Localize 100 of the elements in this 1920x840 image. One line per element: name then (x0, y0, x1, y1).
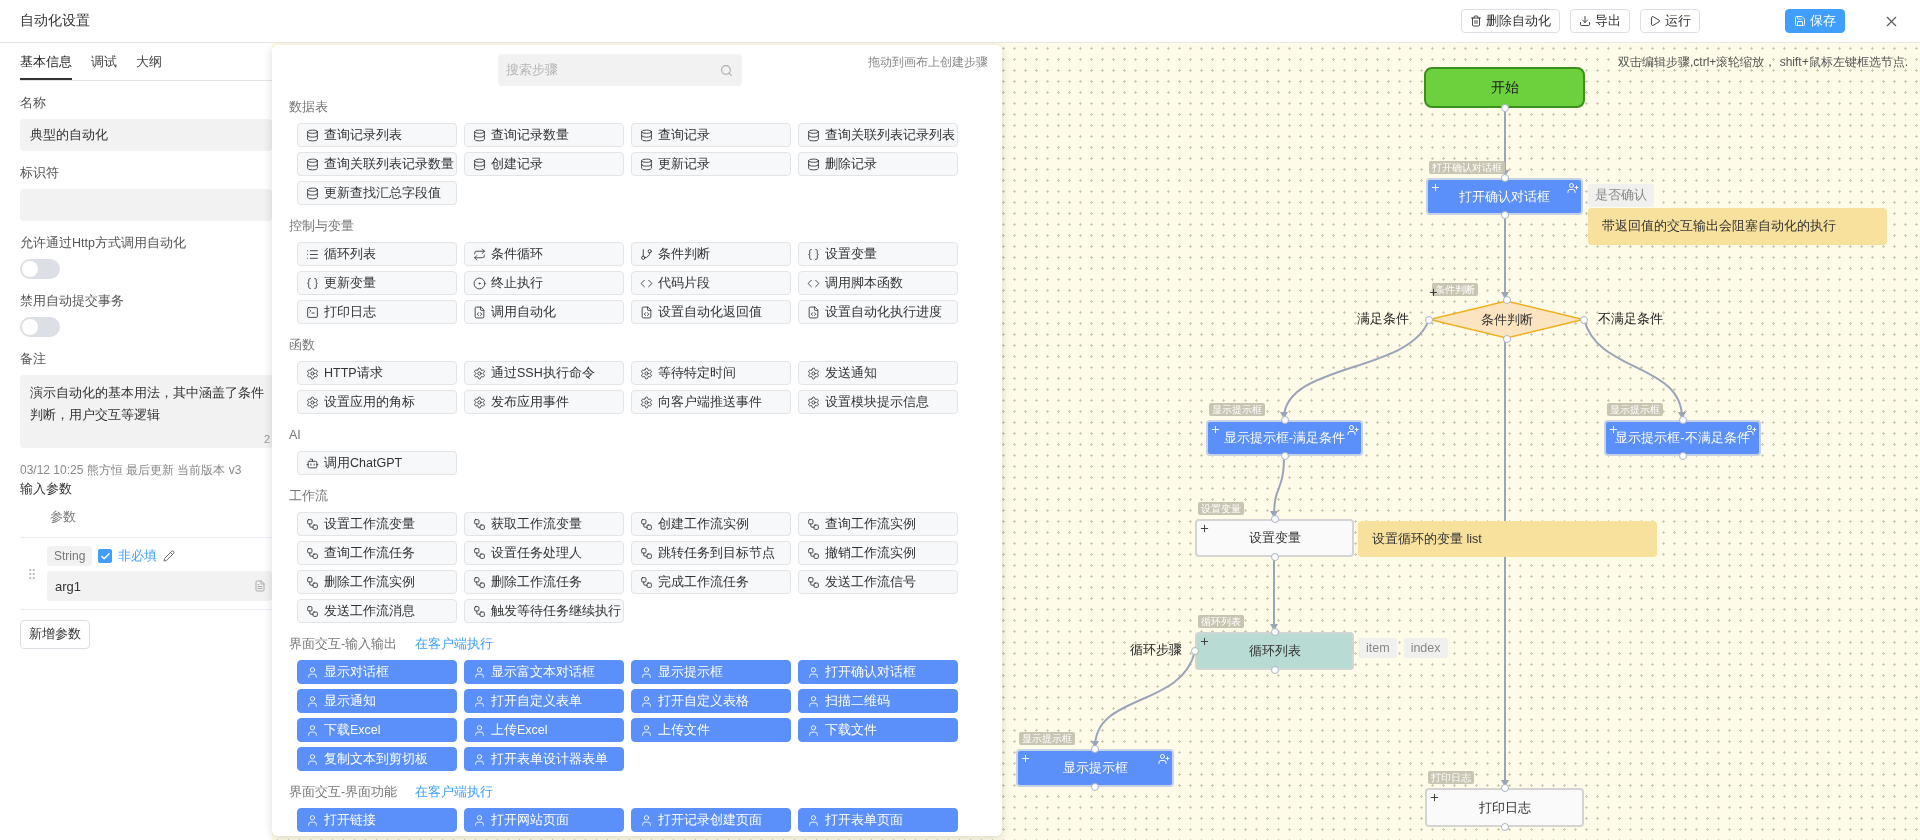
step-item[interactable]: 更新查找汇总字段值 (297, 181, 457, 205)
connection-port[interactable] (1270, 666, 1279, 674)
notes-field[interactable]: 演示自动化的基本用法，其中涵盖了条件判断，用户交互等逻辑 2 (20, 375, 272, 448)
step-item[interactable]: 发送工作流消息 (297, 599, 457, 623)
connection-port[interactable] (1678, 416, 1687, 424)
connection-port[interactable] (1270, 553, 1279, 561)
step-badge: 条件判断 (1432, 283, 1478, 296)
step-item[interactable]: 完成工作流任务 (631, 570, 791, 594)
step-item[interactable]: 创建工作流实例 (631, 512, 791, 536)
step-item[interactable]: 调用ChatGPT (297, 451, 457, 475)
tab[interactable]: 调试 (91, 43, 117, 80)
step-node[interactable]: 打印日志 (1425, 788, 1584, 827)
step-item[interactable]: 调用脚本函数 (798, 271, 958, 295)
step-item[interactable]: 通过SSH执行命令 (464, 361, 624, 385)
step-item[interactable]: 更新记录 (631, 152, 791, 176)
step-item[interactable]: 跳转任务到目标节点 (631, 541, 791, 565)
workflow-icon (306, 604, 319, 618)
connection-port[interactable] (1191, 647, 1199, 655)
connection-port[interactable] (1091, 745, 1099, 753)
step-item[interactable]: 发布应用事件 (464, 390, 624, 414)
checkbox[interactable] (98, 549, 113, 563)
toggle-switch[interactable] (20, 317, 60, 337)
step-item[interactable]: 等待特定时间 (631, 361, 791, 385)
database-icon (640, 157, 653, 171)
step-item[interactable]: 设置工作流变量 (297, 512, 457, 536)
robot-icon (306, 456, 319, 470)
user-plus-icon (1158, 753, 1170, 765)
step-item[interactable]: 循环列表 (297, 242, 457, 266)
database-icon (473, 157, 486, 171)
tab[interactable]: 基本信息 (20, 43, 72, 80)
step-node[interactable]: 设置变量 (1195, 519, 1354, 557)
connection-port[interactable] (1270, 515, 1279, 523)
text-field[interactable]: 典型的自动化 (20, 119, 272, 151)
step-item[interactable]: 向客户端推送事件 (631, 390, 791, 414)
step-item[interactable]: 删除工作流任务 (464, 570, 624, 594)
name-field[interactable]: arg1 (47, 571, 272, 601)
connection-port[interactable] (1500, 823, 1509, 831)
search-field[interactable]: 搜索步骤 (498, 54, 742, 86)
step-item[interactable]: 查询工作流实例 (798, 512, 958, 536)
step-item[interactable]: 调用自动化 (464, 300, 624, 324)
database-icon (306, 186, 319, 200)
connection-port[interactable] (1270, 628, 1279, 636)
toolbar-button[interactable]: 删除自动化 (1461, 9, 1560, 33)
toggle-switch[interactable] (20, 259, 60, 279)
step-item[interactable]: HTTP请求 (297, 361, 457, 385)
connection-port[interactable] (1280, 452, 1289, 460)
plus-icon[interactable] (1429, 792, 1440, 803)
type-tag: String (47, 546, 93, 566)
step-item[interactable]: 条件判断 (631, 242, 791, 266)
connection-port[interactable] (1580, 315, 1588, 324)
step-item[interactable]: 设置任务处理人 (464, 541, 624, 565)
step-item[interactable]: 查询记录 (631, 123, 791, 147)
step-item[interactable]: 设置自动化返回值 (631, 300, 791, 324)
text-field[interactable] (20, 189, 272, 221)
step-item[interactable]: 查询关联列表记录列表 (798, 123, 958, 147)
step-item[interactable]: 触发等待任务继续执行 (464, 599, 624, 623)
step-item[interactable]: 创建记录 (464, 152, 624, 176)
step-item[interactable]: 设置变量 (798, 242, 958, 266)
connection-port[interactable] (1280, 416, 1289, 424)
connection-port[interactable] (1500, 784, 1509, 792)
plus-icon[interactable] (1199, 523, 1210, 534)
user-icon (306, 752, 319, 766)
toolbar-button[interactable]: 运行 (1640, 9, 1700, 33)
step-item[interactable]: 设置应用的角标 (297, 390, 457, 414)
step-item[interactable]: 查询工作流任务 (297, 541, 457, 565)
step-item[interactable]: 获取工作流变量 (464, 512, 624, 536)
connection-port[interactable] (1502, 335, 1511, 343)
step-item[interactable]: 更新变量 (297, 271, 457, 295)
step-item[interactable]: 设置自动化执行进度 (798, 300, 958, 324)
step-item[interactable]: 删除记录 (798, 152, 958, 176)
step-item[interactable]: 代码片段 (631, 271, 791, 295)
database-icon (473, 128, 486, 142)
step-item[interactable]: 条件循环 (464, 242, 624, 266)
step-item[interactable]: 终止执行 (464, 271, 624, 295)
gear-icon (807, 366, 820, 380)
step-item[interactable]: 发送工作流信号 (798, 570, 958, 594)
tab[interactable]: 大纲 (136, 43, 162, 80)
edit-icon[interactable] (163, 550, 176, 562)
step-item[interactable]: 查询记录列表 (297, 123, 457, 147)
start-node[interactable]: 开始 (1424, 67, 1585, 108)
step-item[interactable]: 删除工作流实例 (297, 570, 457, 594)
connection-port[interactable] (1500, 104, 1509, 112)
connection-port[interactable] (1091, 783, 1099, 791)
connection-port[interactable] (1678, 452, 1687, 460)
step-item[interactable]: 发送通知 (798, 361, 958, 385)
step-item[interactable]: 查询记录数量 (464, 123, 624, 147)
step-node[interactable]: 循环列表 (1195, 632, 1354, 670)
toolbar-button[interactable]: 导出 (1570, 9, 1630, 33)
step-item[interactable]: 撤销工作流实例 (798, 541, 958, 565)
add-parameter-button[interactable]: 新增参数 (20, 620, 90, 649)
step-item[interactable]: 打印日志 (297, 300, 457, 324)
step-item[interactable]: 设置模块提示信息 (798, 390, 958, 414)
connection-port[interactable] (1500, 211, 1509, 219)
document-icon[interactable] (254, 580, 266, 592)
connection-port[interactable] (1425, 315, 1433, 324)
connection-port[interactable] (1502, 296, 1511, 304)
branch-label: 不满足条件 (1598, 311, 1663, 328)
step-item[interactable]: 查询关联列表记录数量 (297, 152, 457, 176)
connection-port[interactable] (1500, 174, 1509, 182)
plus-icon[interactable] (1199, 636, 1210, 647)
